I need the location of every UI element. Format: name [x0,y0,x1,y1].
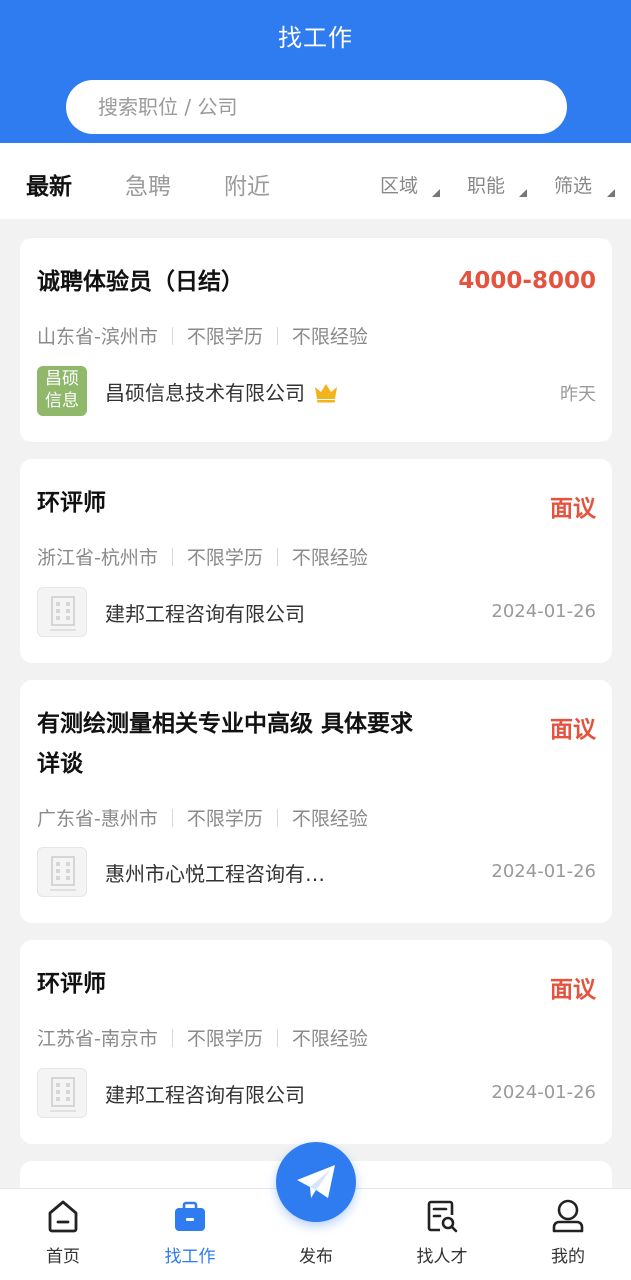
job-salary: 面议 [550,977,596,1003]
tab-latest[interactable]: 最新 [26,167,72,201]
job-meta: 山东省-滨州市 不限学历 不限经验 [37,322,368,349]
paper-plane-icon [297,1165,335,1198]
dropdown-triangle-icon [432,189,440,197]
company-logo-placeholder [37,1068,87,1118]
job-location: 江苏省-南京市 [37,1028,158,1050]
tab-nearby[interactable]: 附近 [224,167,270,201]
divider [276,1028,278,1047]
talent-search-icon [427,1200,458,1233]
job-date: 2024-01-26 [491,1082,596,1103]
page-title: 找工作 [278,24,353,52]
dropdown-triangle-icon [519,189,527,197]
divider [276,547,278,566]
job-experience: 不限经验 [291,547,368,569]
crown-icon [315,383,337,402]
nav-find-talent[interactable]: 找人才 [397,1189,487,1280]
filter-bar: 最新 急聘 附近 区域 职能 筛选 [0,143,631,219]
job-experience: 不限经验 [291,808,368,830]
job-salary: 4000-8000 [458,268,596,294]
home-icon [48,1200,78,1233]
user-icon [552,1199,584,1233]
job-meta: 广东省-惠州市 不限学历 不限经验 [37,804,368,831]
nav-mine[interactable]: 我的 [523,1189,613,1280]
company-logo: 昌硕 信息 [37,366,87,416]
tab-urgent[interactable]: 急聘 [125,167,171,201]
nav-label: 首页 [46,1247,80,1267]
job-experience: 不限经验 [291,326,368,348]
company-logo-placeholder [37,847,87,897]
building-icon [50,856,76,891]
job-salary: 面议 [550,717,596,743]
job-meta: 江苏省-南京市 不限学历 不限经验 [37,1024,368,1051]
company-name: 惠州市心悦工程咨询有… [105,862,325,886]
job-date: 昨天 [560,384,596,405]
divider [171,808,173,827]
filter-region[interactable]: 区域 [380,171,418,198]
divider [276,808,278,827]
search-bar[interactable] [66,80,567,134]
company-name: 昌硕信息技术有限公司 [105,381,305,405]
job-salary: 面议 [550,496,596,522]
job-location: 广东省-惠州市 [37,808,158,830]
job-education: 不限学历 [186,326,263,348]
company-name: 建邦工程咨询有限公司 [105,602,305,626]
job-card[interactable]: 环评师 面议 江苏省-南京市 不限学历 不限经验 建邦工程咨询有限公司 2024… [20,940,612,1144]
building-icon [50,1077,76,1112]
job-title: 环评师 [37,971,106,997]
job-card[interactable]: 有测绘测量相关专业中高级 具体要求详谈 面议 广东省-惠州市 不限学历 不限经验… [20,680,612,923]
logo-text-bottom: 信息 [45,391,79,411]
dropdown-triangle-icon [607,189,615,197]
job-location: 浙江省-杭州市 [37,547,158,569]
filter-screen[interactable]: 筛选 [554,171,592,198]
publish-button[interactable] [276,1142,356,1222]
company-logo-placeholder [37,587,87,637]
nav-home[interactable]: 首页 [18,1189,108,1280]
divider [276,326,278,345]
job-education: 不限学历 [186,808,263,830]
job-meta: 浙江省-杭州市 不限学历 不限经验 [37,543,368,570]
nav-label: 发布 [299,1247,333,1267]
job-card[interactable]: 诚聘体验员（日结） 4000-8000 山东省-滨州市 不限学历 不限经验 昌硕… [20,238,612,442]
job-location: 山东省-滨州市 [37,326,158,348]
page: 找工作 最新 急聘 附近 区域 职能 筛选 诚聘体验员（日结） 4000-800… [0,0,631,1280]
job-date: 2024-01-26 [491,601,596,622]
job-experience: 不限经验 [291,1028,368,1050]
company-name-row: 昌硕信息技术有限公司 [105,377,339,406]
nav-label: 找人才 [416,1247,468,1267]
nav-find-job[interactable]: 找工作 [145,1189,235,1280]
building-icon [50,596,76,631]
job-education: 不限学历 [186,547,263,569]
logo-text-top: 昌硕 [45,369,79,389]
job-title: 有测绘测量相关专业中高级 具体要求详谈 [37,711,414,777]
job-title: 环评师 [37,490,106,516]
filter-function[interactable]: 职能 [467,171,505,198]
nav-label: 找工作 [164,1247,216,1267]
briefcase-icon [175,1201,205,1231]
job-date: 2024-01-26 [491,861,596,882]
header: 找工作 [0,0,631,143]
nav-label: 我的 [551,1247,585,1267]
job-card[interactable]: 环评师 面议 浙江省-杭州市 不限学历 不限经验 建邦工程咨询有限公司 2024… [20,459,612,663]
job-education: 不限学历 [186,1028,263,1050]
company-name: 建邦工程咨询有限公司 [105,1083,305,1107]
job-title: 诚聘体验员（日结） [37,269,244,295]
divider [171,326,173,345]
divider [171,547,173,566]
search-input[interactable] [98,95,567,119]
divider [171,1028,173,1047]
